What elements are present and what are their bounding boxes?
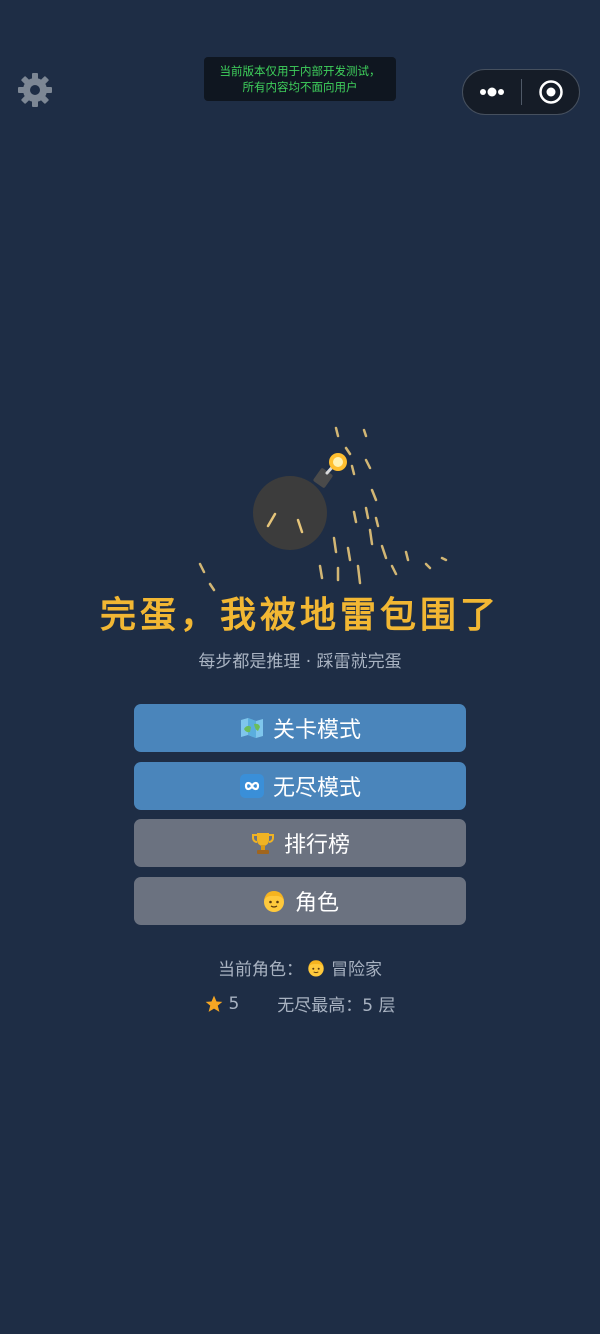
person-icon [263, 891, 284, 912]
endless-mode-label: 无尽模式 [272, 776, 361, 801]
infinity-icon [239, 774, 264, 798]
bomb-illustration [198, 426, 448, 592]
miniprogram-capsule [462, 69, 580, 115]
dev-notice-line2: 所有内容均不面向用户 [242, 80, 358, 94]
target-close-icon [538, 80, 563, 104]
trophy-icon [251, 833, 274, 854]
player-stats: 5 无尽最高：5 层 [0, 991, 600, 1016]
level-mode-button[interactable]: 关卡模式 [134, 704, 466, 752]
more-dots-icon [480, 87, 504, 97]
character-button[interactable]: 角色 [134, 877, 466, 925]
star-count: 5 [228, 993, 240, 1014]
dev-version-notice: 当前版本仅用于内部开发测试， 所有内容均不面向用户 [204, 57, 396, 101]
leaderboard-button[interactable]: 排行榜 [134, 819, 466, 867]
character-label: 角色 [294, 891, 339, 916]
leaderboard-label: 排行榜 [283, 833, 350, 858]
current-role-label: 当前角色： [218, 960, 303, 980]
dev-notice-line1: 当前版本仅用于内部开发测试， [219, 64, 381, 78]
more-button[interactable] [463, 70, 521, 114]
settings-gear-icon[interactable] [15, 70, 55, 110]
close-miniprogram-button[interactable] [522, 70, 579, 114]
endless-mode-button[interactable]: 无尽模式 [134, 762, 466, 810]
star-icon [206, 995, 223, 1012]
endless-best-record: 无尽最高：5 层 [277, 996, 396, 1016]
current-role-info: 当前角色： 冒险家 [0, 955, 600, 980]
map-icon [240, 718, 263, 738]
game-subtitle: 每步都是推理 · 踩雷就完蛋 [198, 652, 402, 672]
level-mode-label: 关卡模式 [272, 718, 361, 743]
game-home-screen: 当前版本仅用于内部开发测试， 所有内容均不面向用户 完蛋，我被地雷包围了 每步都… [0, 0, 600, 1334]
adventurer-avatar-icon [308, 959, 324, 976]
current-role-name: 冒险家 [331, 960, 382, 980]
game-title: 完蛋，我被地雷包围了 [99, 595, 500, 636]
